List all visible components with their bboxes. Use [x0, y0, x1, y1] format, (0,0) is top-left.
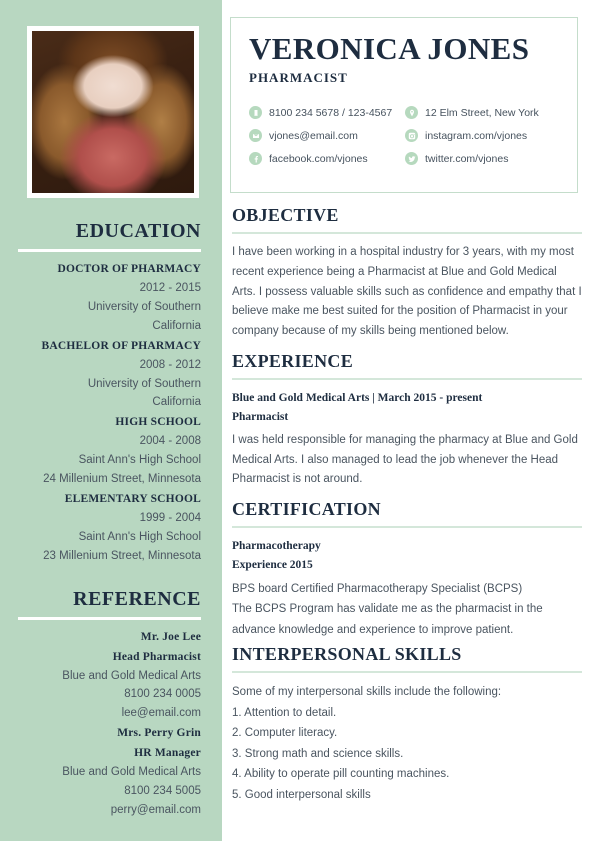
experience-description: I was held responsible for managing the …: [232, 433, 578, 486]
education-detail: Saint Ann's High School: [78, 454, 201, 467]
main-body: OBJECTIVE I have been working in a hospi…: [232, 205, 582, 809]
skills-divider: [232, 671, 582, 674]
education-detail: California: [152, 319, 201, 332]
phone-icon: [249, 106, 262, 120]
reference-name: Mr. Joe Lee: [140, 630, 201, 643]
contact-item[interactable]: 12 Elm Street, New York: [405, 101, 561, 124]
skill-item: 5. Good interpersonal skills: [232, 788, 371, 801]
experience-divider: [232, 377, 582, 380]
education-detail: University of Southern: [87, 300, 201, 313]
facebook-icon: [249, 152, 262, 166]
contact-item[interactable]: twitter.com/vjones: [405, 147, 561, 170]
certification-heading: CERTIFICATION: [232, 499, 381, 520]
education-degree: ELEMENTARY SCHOOL: [64, 493, 201, 506]
instagram-icon: [405, 129, 418, 143]
location-pin-icon: [405, 106, 418, 120]
contact-item[interactable]: 8100 234 5678 / 123-4567: [249, 101, 405, 124]
education-detail: 2012 - 2015: [139, 281, 201, 294]
education-entry: ELEMENTARY SCHOOL 1999 - 2004 Saint Ann's …: [18, 491, 201, 566]
contact-text: vjones@email.com: [269, 129, 358, 142]
reference-detail: Blue and Gold Medical Arts: [62, 669, 201, 682]
envelope-icon: [249, 129, 262, 143]
certification-name: Pharmacotherapy: [232, 540, 321, 553]
education-detail: 23 Millenium Street, Minnesota: [43, 549, 201, 562]
education-detail: California: [152, 396, 201, 409]
certification-line: The BCPS Program has validate me as the …: [232, 603, 543, 616]
page-title: VERONICA JONES: [249, 31, 530, 66]
certification-year: Experience 2015: [232, 559, 313, 572]
contact-item[interactable]: vjones@email.com: [249, 124, 405, 147]
education-entry: BACHELOR OF PHARMACY 2008 - 2012 Universit…: [18, 338, 201, 413]
education-divider: [18, 249, 201, 252]
education-section: EDUCATION DOCTOR OF PHARMACY 2012 - 2015 U…: [18, 220, 201, 566]
education-detail: University of Southern: [87, 377, 201, 390]
objective-divider: [232, 232, 582, 234]
reference-entry: Mr. Joe Lee Head Pharmacist Blue and Gold …: [18, 629, 201, 724]
contact-text: instagram.com/vjones: [425, 129, 528, 142]
experience-employer: Blue and Gold Medical Arts | March 2015 …: [232, 391, 483, 404]
reference-divider: [18, 616, 201, 620]
skills-intro: Some of my interpersonal skills include …: [232, 686, 502, 699]
reference-name: Mrs. Perry Grin: [117, 727, 201, 740]
contact-item[interactable]: instagram.com/vjones: [405, 124, 561, 147]
reference-detail: 8100 234 5005: [124, 785, 201, 797]
education-heading: EDUCATION: [75, 220, 201, 242]
experience-heading: EXPERIENCE: [232, 350, 354, 371]
contact-list: 8100 234 5678 / 123-4567 12 Elm Street, N…: [249, 101, 561, 170]
certification-divider: [232, 526, 582, 529]
education-detail: Saint Ann's High School: [78, 530, 201, 543]
contact-item[interactable]: facebook.com/vjones: [249, 147, 405, 170]
contact-text: 12 Elm Street, New York: [425, 106, 539, 119]
skills-list: 1. Attention to detail. 2. Computer liter…: [232, 703, 582, 805]
sidebar: EDUCATION DOCTOR OF PHARMACY 2012 - 2015 U…: [0, 0, 222, 841]
certification-detail-list: BPS board Certified Pharmacotherapy Spec…: [232, 579, 582, 640]
skill-item: 4. Ability to operate pill counting mach…: [232, 768, 450, 781]
experience-job-title: Pharmacist: [232, 410, 289, 423]
job-role: PHARMACIST: [249, 70, 348, 86]
skill-item: 1. Attention to detail.: [232, 706, 337, 719]
reference-detail: 8100 234 0005: [124, 688, 201, 701]
education-entry-list: DOCTOR OF PHARMACY 2012 - 2015 University …: [18, 261, 201, 566]
education-detail: 24 Millenium Street, Minnesota: [43, 473, 201, 486]
education-degree: BACHELOR OF PHARMACY: [41, 339, 201, 352]
contact-text: twitter.com/vjones: [425, 152, 509, 165]
education-degree: DOCTOR OF PHARMACY: [57, 263, 201, 275]
contact-text: facebook.com/vjones: [269, 152, 368, 165]
reference-title: Head Pharmacist: [112, 650, 201, 663]
certification-section: CERTIFICATION Pharmacotherapy Experience…: [232, 499, 582, 640]
main-column: VERONICA JONES PHARMACIST 8100 234 5678 …: [222, 0, 600, 841]
twitter-icon: [405, 152, 418, 166]
objective-section: OBJECTIVE I have been working in a hospi…: [232, 205, 582, 342]
education-entry: DOCTOR OF PHARMACY 2012 - 2015 University …: [18, 261, 201, 336]
profile-photo-frame: [27, 26, 199, 198]
header-box: VERONICA JONES PHARMACIST 8100 234 5678 …: [230, 17, 578, 193]
objective-text: I have been working in a hospital indust…: [232, 246, 582, 338]
certification-line: advance knowledge and experience to impr…: [232, 623, 514, 636]
reference-entry-list: Mr. Joe Lee Head Pharmacist Blue and Gold …: [18, 629, 201, 820]
education-entry: HIGH SCHOOL 2004 - 2008 Saint Ann's High S…: [18, 414, 201, 489]
education-detail: 2008 - 2012: [139, 358, 201, 371]
reference-detail: Blue and Gold Medical Arts: [62, 766, 201, 779]
reference-section: REFERENCE Mr. Joe Lee Head Pharmacist Blue…: [18, 588, 201, 820]
skill-item: 2. Computer literacy.: [232, 727, 338, 740]
education-detail: 2004 - 2008: [139, 435, 201, 448]
profile-photo: [32, 31, 194, 193]
reference-entry: Mrs. Perry Grin HR Manager Blue and Gold M…: [18, 725, 201, 820]
reference-title: HR Manager: [134, 747, 201, 760]
skill-item: 3. Strong math and science skills.: [232, 747, 404, 760]
contact-text: 8100 234 5678 / 123-4567: [269, 106, 393, 119]
education-detail: 1999 - 2004: [139, 511, 201, 524]
skills-section: INTERPERSONAL SKILLS Some of my interper…: [232, 644, 582, 805]
reference-heading: REFERENCE: [73, 587, 201, 610]
objective-heading: OBJECTIVE: [232, 205, 339, 225]
reference-detail: lee@email.com: [121, 707, 201, 720]
education-degree: HIGH SCHOOL: [115, 416, 201, 429]
skills-heading: INTERPERSONAL SKILLS: [232, 644, 462, 665]
resume-page: EDUCATION DOCTOR OF PHARMACY 2012 - 2015 U…: [0, 0, 600, 841]
experience-section: EXPERIENCE Blue and Gold Medical Arts | …: [232, 351, 582, 490]
reference-detail: perry@email.com: [110, 803, 201, 816]
certification-line: BPS board Certified Pharmacotherapy Spec…: [232, 583, 523, 595]
